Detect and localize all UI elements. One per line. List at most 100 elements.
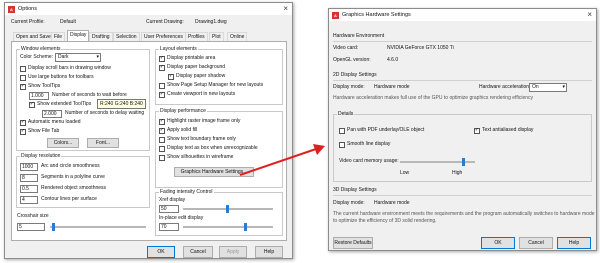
restore-defaults-button[interactable]: Restore Defaults (333, 237, 373, 249)
show-tooltips-checkbox[interactable]: ✓ Show ToolTips (20, 83, 60, 90)
tab-display[interactable]: Display (67, 30, 90, 41)
video-card-value: NVIDIA GeForce GTX 1050 Ti (387, 45, 454, 51)
polyline-segments-label: Segments in a polyline curve (41, 174, 105, 180)
display-resolution-group: Display resolution 1000 Arc and circle s… (16, 152, 150, 208)
video-mem-slider-thumb[interactable] (462, 158, 466, 166)
file-tab-checkbox[interactable]: ✓ Show File Tab (20, 128, 59, 135)
arc-smoothness-input[interactable]: 1000 (20, 163, 38, 171)
extended-tooltips-label: Show extended ToolTips (37, 101, 92, 107)
checkbox-box (159, 82, 165, 89)
apply-button[interactable]: Apply (219, 246, 247, 258)
high-label: High (452, 170, 463, 176)
graphics-hardware-settings-button[interactable]: Graphics Hardware Settings... (174, 167, 254, 177)
display3d-title: 3D Display Settings (333, 187, 377, 193)
cancel-button[interactable]: Cancel (183, 246, 213, 258)
scroll-bars-label: Display scroll bars in drawing window (28, 65, 111, 71)
check-icon: ✓ (168, 73, 174, 80)
xref-slider-thumb[interactable] (226, 205, 229, 213)
divider (333, 41, 592, 42)
delay-seconds-input[interactable]: 2.000 (42, 110, 62, 118)
extended-tooltips-checkbox[interactable]: ✓ Show extended ToolTips (29, 101, 91, 108)
scroll-bars-checkbox[interactable]: Display scroll bars in drawing window (20, 65, 111, 72)
wait-seconds-input[interactable]: 1.000 (29, 92, 49, 100)
rendered-smoothness-input[interactable]: 0.5 (20, 185, 38, 193)
solid-fill-label: Apply solid fill (167, 127, 198, 133)
tab-online[interactable]: Online (227, 32, 248, 41)
display2d-title: 2D Display Settings (333, 72, 377, 78)
options-title: Options (18, 6, 37, 12)
hw-accel-select[interactable]: On ▾ (529, 83, 567, 92)
ok-button[interactable]: OK (481, 237, 515, 249)
paper-shadow-checkbox[interactable]: ✓ Display paper shadow (168, 73, 225, 80)
checkbox-box (339, 141, 345, 148)
auto-menu-checkbox[interactable]: ✓ Automatic menu loaded (20, 119, 81, 126)
contour-lines-input[interactable]: 4 (20, 196, 38, 204)
tab-plot[interactable]: Plot (209, 32, 224, 41)
raster-frame-label: Highlight raster image frame only (167, 118, 241, 124)
details-group: Details Pan with PDF underlay/OLE object… (333, 110, 592, 182)
large-buttons-checkbox[interactable]: Use large buttons for toolbars (20, 74, 94, 81)
inplace-slider-track[interactable] (183, 226, 273, 228)
tab-profiles[interactable]: Profiles (185, 32, 208, 41)
inplace-slider-thumb[interactable] (244, 223, 247, 231)
color-scheme-select[interactable]: Dark ▾ (55, 53, 101, 62)
color-tooltip: R:240 G:240 B:240 (97, 99, 146, 109)
help-button[interactable]: Help (255, 246, 283, 258)
pan-pdf-checkbox[interactable]: Pan with PDF underlay/OLE object (339, 127, 424, 134)
window-elements-title: Window elements (20, 45, 62, 53)
video-mem-label: Video card memory usage: (339, 158, 399, 164)
polyline-segments-input[interactable]: 8 (20, 174, 38, 182)
inplace-edit-input[interactable]: 70 (159, 223, 179, 231)
crosshair-slider-track[interactable] (50, 226, 146, 228)
layout-elements-title: Layout elements (159, 45, 198, 53)
display-mode3d-label: Display mode: (333, 200, 365, 206)
large-buttons-label: Use large buttons for toolbars (28, 74, 94, 80)
printable-area-checkbox[interactable]: ✓ Display printable area (159, 55, 215, 62)
close-icon[interactable]: × (587, 10, 592, 19)
display-performance-group: Display performance ✓ Highlight raster im… (155, 107, 283, 188)
profile-value: Default (60, 19, 76, 25)
tab-user-preferences[interactable]: User Preferences (141, 32, 186, 41)
colors-button[interactable]: Colors... (47, 138, 79, 148)
paper-shadow-label: Display paper shadow (176, 73, 226, 79)
raster-frame-checkbox[interactable]: ✓ Highlight raster image frame only (159, 118, 240, 125)
graphics-title: Graphics Hardware Settings (342, 12, 411, 18)
options-titlebar: A Options × (5, 3, 292, 15)
text-antialias-label: Text antialiased display (482, 127, 534, 133)
crosshair-input[interactable]: 5 (17, 223, 45, 231)
tab-file[interactable]: File (51, 32, 66, 41)
checkbox-box (159, 145, 165, 152)
inplace-edit-label: In-place edit display (159, 215, 204, 221)
fonts-button[interactable]: Font... (87, 138, 119, 148)
checkbox-box (20, 65, 26, 72)
paper-background-checkbox[interactable]: ✓ Display paper background (159, 64, 225, 71)
rendered-smoothness-label: Rendered object smoothness (41, 185, 107, 191)
smooth-line-checkbox[interactable]: Smooth line display (339, 141, 390, 148)
page-setup-manager-checkbox[interactable]: Show Page Setup Manager for new layouts (159, 82, 263, 89)
tab-drafting[interactable]: Drafting (89, 32, 113, 41)
close-icon[interactable]: × (283, 4, 288, 13)
crosshair-slider-thumb[interactable] (52, 223, 55, 231)
options-dialog: A Options × Current Profile: Default Cur… (4, 2, 293, 259)
display-resolution-title: Display resolution (20, 152, 62, 160)
tab-selection[interactable]: Selection (113, 32, 140, 41)
tab-open-and-save[interactable]: Open and Save (13, 32, 54, 41)
file-tab-label: Show File Tab (28, 128, 60, 134)
check-icon: ✓ (20, 128, 26, 135)
text-antialias-checkbox[interactable]: ✓ Text antialiased display (474, 127, 533, 134)
opengl-value: 4.6.0 (387, 57, 399, 63)
xref-display-input[interactable]: 50 (159, 205, 179, 213)
solid-fill-checkbox[interactable]: ✓ Apply solid fill (159, 127, 197, 134)
text-as-box-checkbox[interactable]: Display text as box when unrecognizable (159, 145, 258, 152)
cancel-button[interactable]: Cancel (519, 237, 553, 249)
silhouettes-checkbox[interactable]: Show silhouettes in wireframe (159, 154, 233, 161)
pan-pdf-label: Pan with PDF underlay/OLE object (347, 127, 425, 133)
fading-intensity-title: Fading intensity Control (159, 188, 214, 196)
show-tooltips-label: Show ToolTips (28, 83, 61, 89)
create-viewport-checkbox[interactable]: ✓ Create viewport in new layouts (159, 91, 235, 98)
help-button[interactable]: Help (557, 237, 591, 249)
hw-env-title: Hardware Environment (333, 33, 385, 39)
printable-area-label: Display printable area (167, 55, 216, 61)
ok-button[interactable]: OK (147, 246, 175, 258)
text-boundary-checkbox[interactable]: Show text boundary frame only (159, 136, 236, 143)
